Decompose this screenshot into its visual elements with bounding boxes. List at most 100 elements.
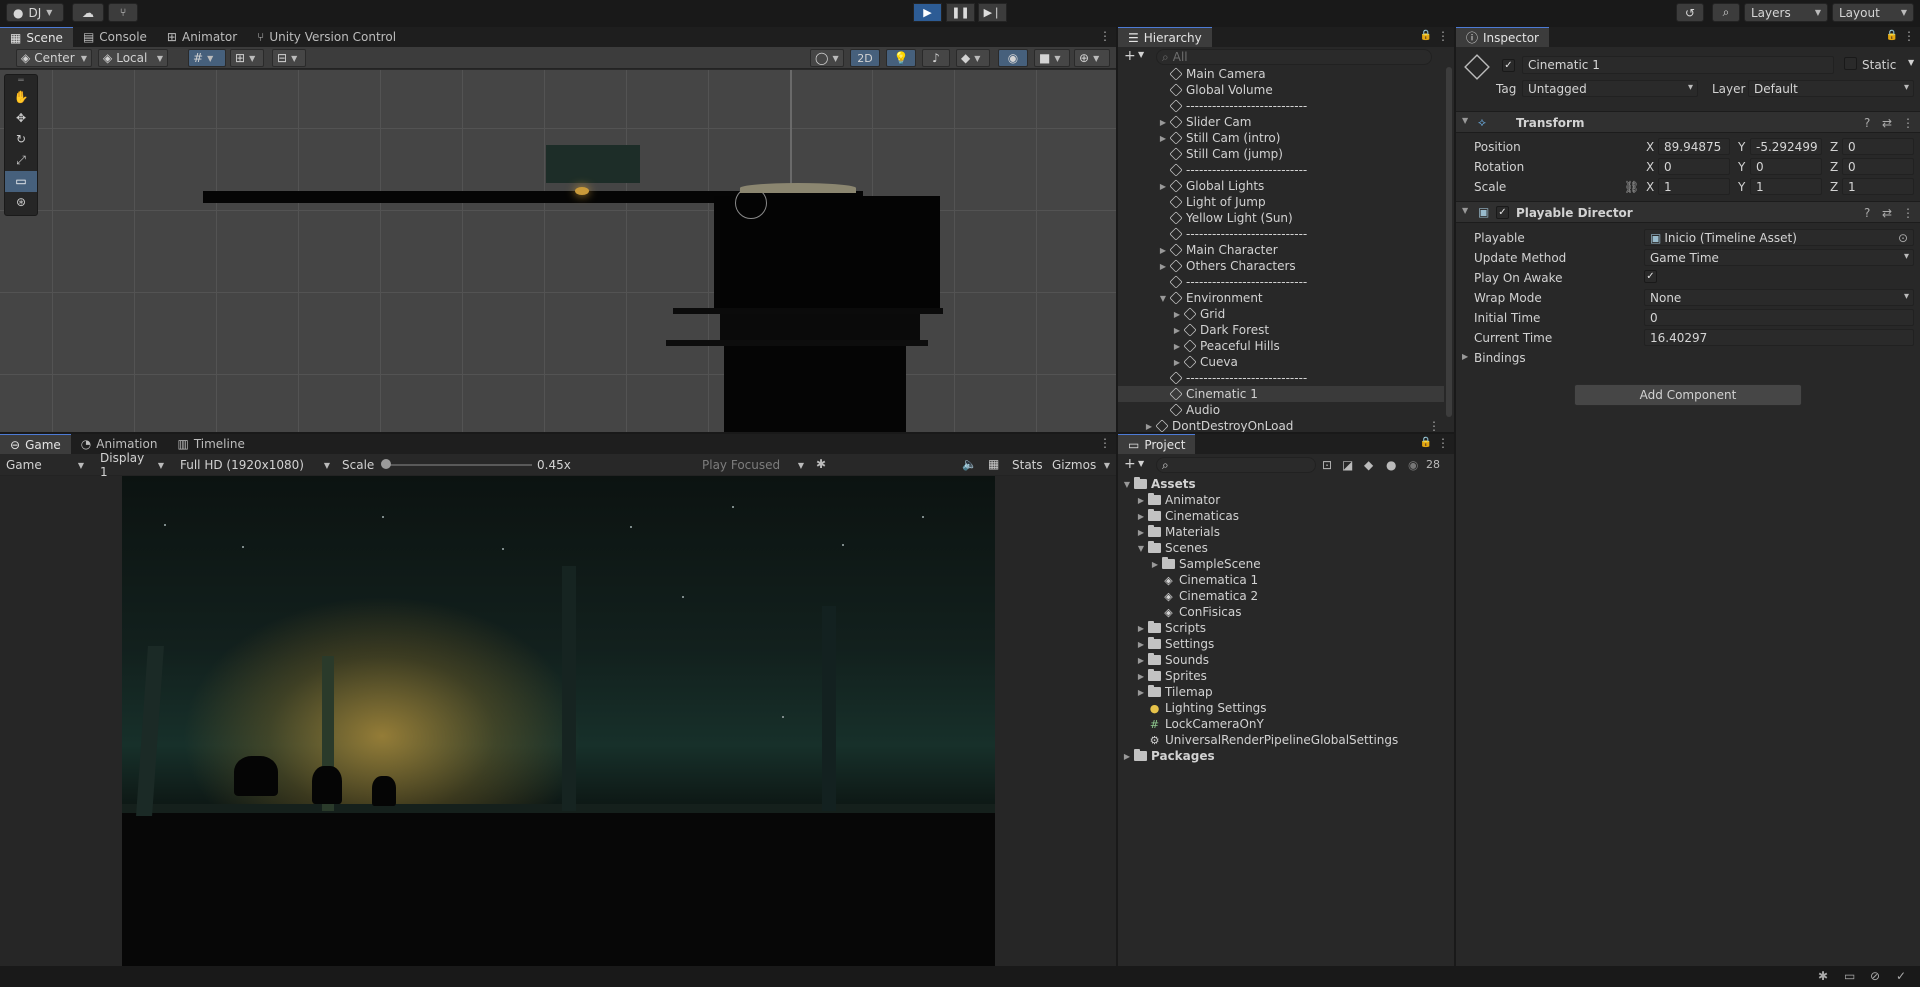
expand-arrow-icon[interactable]: ▶ bbox=[1172, 342, 1182, 351]
preset-icon[interactable]: ⇄ bbox=[1882, 116, 1892, 130]
transform-tool-icon[interactable]: ⊛ bbox=[5, 192, 37, 213]
project-item[interactable]: ▶ Packages bbox=[1118, 748, 1454, 764]
draw-mode-button[interactable]: ◯ ▼ bbox=[810, 49, 844, 67]
network-icon[interactable]: ⊘ bbox=[1870, 969, 1880, 983]
chevron-down-icon[interactable]: ▼ bbox=[1908, 58, 1914, 67]
hierarchy-item[interactable]: ---------------------------- bbox=[1118, 162, 1444, 178]
hierarchy-item[interactable]: Main Camera bbox=[1118, 66, 1444, 82]
project-search-input[interactable]: ⌕ bbox=[1156, 457, 1316, 473]
hierarchy-item[interactable]: ▶ Others Characters bbox=[1118, 258, 1444, 274]
rotation-y-input[interactable]: 0 bbox=[1750, 158, 1822, 175]
hidden-icon[interactable]: ◉ bbox=[1408, 458, 1418, 472]
axis-x-label[interactable]: X bbox=[1646, 160, 1654, 174]
object-name-input[interactable]: Cinematic 1 bbox=[1522, 56, 1834, 74]
link-icon[interactable]: ⛓ bbox=[1624, 180, 1639, 194]
tag-icon[interactable]: ◆ bbox=[1364, 458, 1373, 472]
hierarchy-item[interactable]: Yellow Light (Sun) bbox=[1118, 210, 1444, 226]
axis-x-label[interactable]: X bbox=[1646, 140, 1654, 154]
audio-toggle[interactable]: ♪ bbox=[922, 49, 950, 67]
pause-button[interactable]: ❚❚ bbox=[946, 3, 975, 22]
tab-console[interactable]: ▤ Console bbox=[73, 27, 157, 47]
status-check-icon[interactable]: ✓ bbox=[1896, 969, 1906, 983]
scale-y-input[interactable]: 1 bbox=[1750, 178, 1822, 195]
hierarchy-scrollbar[interactable] bbox=[1446, 67, 1452, 417]
lock-icon[interactable]: 🔒 bbox=[1420, 437, 1432, 448]
hierarchy-item[interactable]: ---------------------------- bbox=[1118, 98, 1444, 114]
history-button[interactable]: ↺ bbox=[1676, 3, 1704, 22]
hierarchy-item[interactable]: Cinematic 1 bbox=[1118, 386, 1444, 402]
axis-z-label[interactable]: Z bbox=[1830, 160, 1838, 174]
tab-inspector[interactable]: ⓘ Inspector bbox=[1456, 27, 1549, 47]
wrap-mode-dropdown[interactable]: None bbox=[1644, 289, 1914, 306]
initial-time-input[interactable]: 0 bbox=[1644, 309, 1914, 326]
project-item[interactable]: ▶ Settings bbox=[1118, 636, 1454, 652]
more-icon[interactable]: ⋮ bbox=[1099, 436, 1111, 450]
project-item[interactable]: ● Lighting Settings bbox=[1118, 700, 1454, 716]
more-icon[interactable]: ⋮ bbox=[1099, 29, 1111, 43]
hierarchy-item[interactable]: Global Volume bbox=[1118, 82, 1444, 98]
expand-arrow-icon[interactable]: ▶ bbox=[1144, 422, 1154, 431]
project-item[interactable]: ▶ Sprites bbox=[1118, 668, 1454, 684]
more-icon[interactable]: ⋮ bbox=[1902, 206, 1914, 220]
search-button[interactable]: ⌕ bbox=[1712, 3, 1740, 22]
director-enabled-checkbox[interactable]: ✓ bbox=[1496, 206, 1509, 219]
mute-audio-icon[interactable]: 🔈 bbox=[962, 457, 977, 471]
scale-slider-track[interactable] bbox=[384, 464, 532, 466]
project-item[interactable]: ◈ Cinematica 1 bbox=[1118, 572, 1454, 588]
effects-dropdown[interactable]: ◆ ▼ bbox=[956, 49, 990, 67]
play-button[interactable]: ▶ bbox=[913, 3, 942, 22]
hierarchy-item[interactable]: Audio bbox=[1118, 402, 1444, 418]
hierarchy-item[interactable]: ▶ Peaceful Hills bbox=[1118, 338, 1444, 354]
game-view-dropdown[interactable]: Game ▼ bbox=[2, 456, 88, 474]
tab-scene[interactable]: ▦ Scene bbox=[0, 27, 73, 47]
axis-z-label[interactable]: Z bbox=[1830, 180, 1838, 194]
update-method-dropdown[interactable]: Game Time bbox=[1644, 249, 1914, 266]
grid-settings-button[interactable]: ⊟ ▼ bbox=[272, 49, 306, 67]
hierarchy-item[interactable]: ▶ Global Lights bbox=[1118, 178, 1444, 194]
project-item[interactable]: ▼ Assets bbox=[1118, 476, 1454, 492]
project-item[interactable]: ▶ Materials bbox=[1118, 524, 1454, 540]
add-icon[interactable]: + bbox=[1124, 48, 1136, 64]
expand-arrow-icon[interactable]: ▶ bbox=[1158, 118, 1168, 127]
tag-dropdown[interactable]: Untagged bbox=[1522, 80, 1698, 97]
visibility-toggle[interactable]: ◉ bbox=[998, 49, 1028, 67]
hand-tool-icon[interactable]: ✋ bbox=[5, 87, 37, 108]
lock-icon[interactable]: 🔒 bbox=[1420, 30, 1432, 41]
rotate-tool-icon[interactable]: ↻ bbox=[5, 129, 37, 150]
axis-y-label[interactable]: Y bbox=[1738, 160, 1745, 174]
expand-arrow-icon[interactable]: ▶ bbox=[1122, 752, 1132, 761]
expand-arrow-icon[interactable]: ▶ bbox=[1172, 326, 1182, 335]
tab-hierarchy[interactable]: ☰ Hierarchy bbox=[1118, 27, 1212, 47]
expand-arrow-icon[interactable]: ▶ bbox=[1136, 656, 1146, 665]
expand-arrow-icon[interactable]: ▶ bbox=[1172, 310, 1182, 319]
axis-x-label[interactable]: X bbox=[1646, 180, 1654, 194]
active-checkbox[interactable]: ✓ bbox=[1502, 57, 1515, 72]
stats-button[interactable]: Stats bbox=[1012, 458, 1043, 472]
hierarchy-search-input[interactable]: ⌕ All bbox=[1156, 49, 1432, 65]
cloud-button[interactable]: ☁ bbox=[72, 3, 104, 22]
project-item[interactable]: ⚙ UniversalRenderPipelineGlobalSettings bbox=[1118, 732, 1454, 748]
hierarchy-item[interactable]: ---------------------------- bbox=[1118, 274, 1444, 290]
project-item[interactable]: ◈ ConFisicas bbox=[1118, 604, 1454, 620]
static-checkbox[interactable] bbox=[1844, 57, 1857, 73]
search-by-type-icon[interactable]: ⊡ bbox=[1322, 458, 1332, 472]
add-icon[interactable]: + bbox=[1124, 456, 1136, 472]
more-icon[interactable]: ⋮ bbox=[1428, 419, 1440, 432]
playable-object-field[interactable]: ▣ Inicio (Timeline Asset) ⊙ bbox=[1644, 229, 1914, 246]
expand-arrow-icon[interactable]: ▼ bbox=[1158, 294, 1168, 303]
axis-y-label[interactable]: Y bbox=[1738, 180, 1745, 194]
scale-x-input[interactable]: 1 bbox=[1658, 178, 1730, 195]
cache-icon[interactable]: ▭ bbox=[1844, 969, 1855, 983]
expand-arrow-icon[interactable]: ▶ bbox=[1136, 512, 1146, 521]
hierarchy-item[interactable]: Light of Jump bbox=[1118, 194, 1444, 210]
playable-director-header[interactable]: ▼ ▣ ✓ Playable Director ? ⇄ ⋮ bbox=[1456, 201, 1920, 223]
play-on-awake-checkbox[interactable]: ✓ bbox=[1644, 270, 1657, 283]
gizmos-dropdown[interactable]: ⊕ ▼ bbox=[1074, 49, 1110, 67]
more-icon[interactable]: ⋮ bbox=[1437, 29, 1449, 43]
axis-z-label[interactable]: Z bbox=[1830, 140, 1838, 154]
expand-arrow-icon[interactable]: ▶ bbox=[1158, 134, 1168, 143]
layout-dropdown[interactable]: Layout ▼ bbox=[1832, 3, 1914, 22]
lock-icon[interactable]: 🔒 bbox=[1886, 30, 1898, 41]
project-item[interactable]: ▶ Scripts bbox=[1118, 620, 1454, 636]
bindings-foldout[interactable]: Bindings bbox=[1474, 351, 1526, 365]
